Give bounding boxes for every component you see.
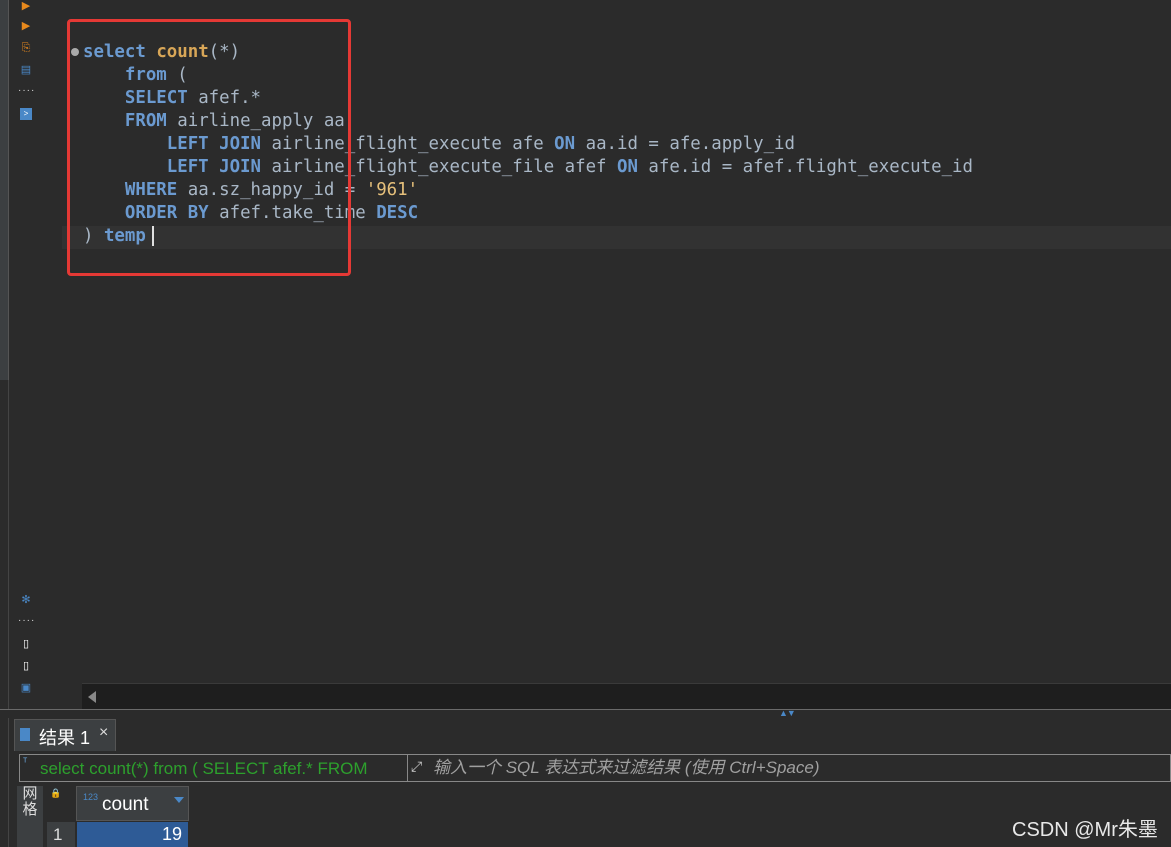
close-icon[interactable]: × [99,724,108,742]
tab-results-1[interactable]: 结果 1 × [14,719,116,751]
explain-plan-icon[interactable]: ⎘ [20,42,32,54]
terminal-icon[interactable]: > [20,108,32,120]
variables-icon[interactable]: ▣ [20,682,32,694]
tab-label: 结果 1 [39,728,91,748]
grid-view-toggle[interactable]: 网格 [17,786,43,847]
save-icon[interactable]: ▯ [20,660,32,672]
code-str: '961' [365,180,419,200]
code-kw: ON [554,134,576,154]
sql-tag-icon: ᵀ [23,757,28,768]
column-header-count[interactable]: 123 count [76,786,189,821]
grid-icon [20,728,30,741]
scroll-left-icon[interactable] [88,691,96,703]
sort-filter-icon[interactable] [174,797,184,803]
filter-bar: ᵀ select count(*) from ( SELECT afef.* F… [19,754,1171,782]
code-text: aa.id = afe.apply_id [575,134,795,154]
editor-toolbar: ▶ ▶ ⎘ ▤ ···· > ✻ ···· ▯ ▯ ▣ [10,0,42,710]
filter-input[interactable] [433,758,1133,778]
code-text: afe.id = afef.flight_execute_id [637,157,973,177]
filter-query-text: select count(*) from ( SELECT afef.* FRO… [40,759,368,778]
toolbar-separator: ···· [18,85,36,96]
left-edge-panel [0,0,9,380]
horizontal-scrollbar[interactable] [82,683,1171,710]
filter-divider [407,755,408,781]
table-cell[interactable]: 19 [77,822,188,847]
export-icon[interactable]: ▯ [20,638,32,650]
expand-icon[interactable]: ⤢ [411,758,422,775]
column-name: count [102,794,149,815]
splitter-grip-icon[interactable]: ▲▼ [779,709,796,718]
load-script-icon[interactable]: ▤ [20,64,32,76]
settings-icon[interactable]: ✻ [20,594,32,606]
run-statement-icon[interactable]: ▶ [20,0,32,12]
lock-icon: 🔒 [50,788,62,798]
run-script-icon[interactable]: ▶ [20,20,32,32]
left-edge-panel-lower [0,380,9,847]
row-number[interactable]: 1 [47,822,75,847]
code-kw: DESC [376,203,419,223]
code-kw: ON [616,157,638,177]
watermark: CSDN @Mr朱墨 [1012,819,1158,841]
toolbar-separator-2: ···· [18,615,36,626]
numeric-type-icon: 123 [83,792,99,802]
grid-view-label: 网格 [22,785,38,818]
highlight-box [67,19,351,276]
